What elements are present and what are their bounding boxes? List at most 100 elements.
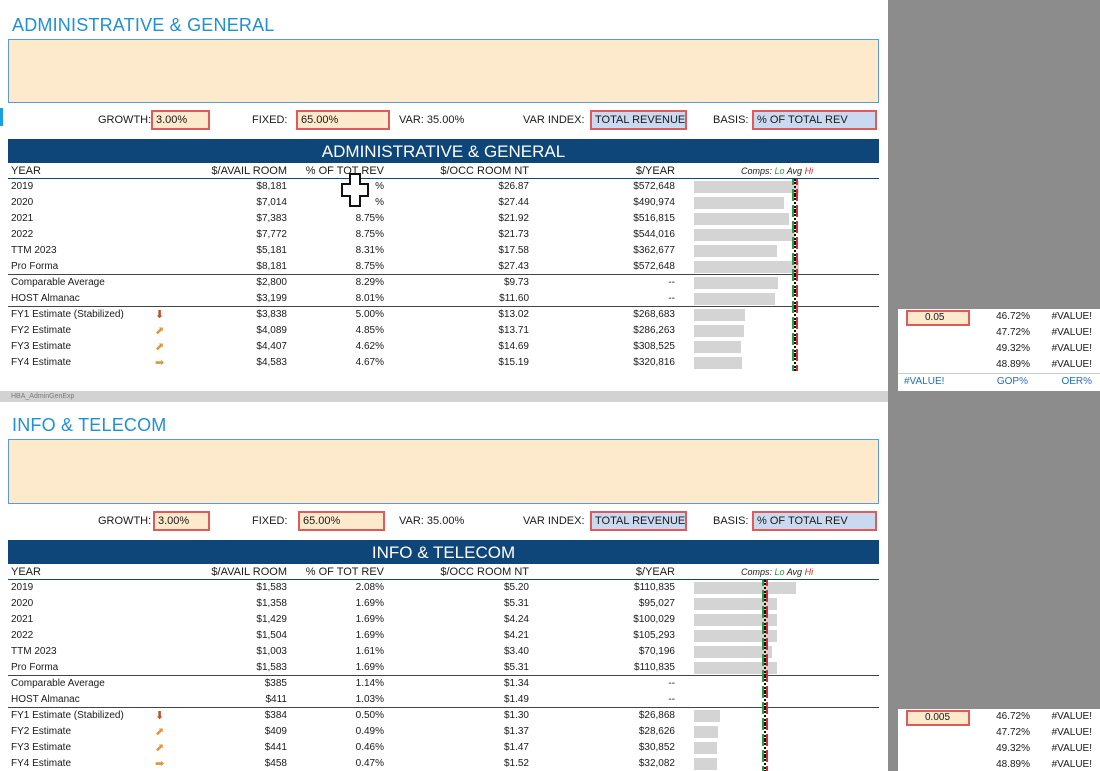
pct-rev-value[interactable]: 4.67% (356, 355, 384, 371)
per-year-value[interactable]: $490,974 (633, 195, 675, 211)
avail-room-value[interactable]: $1,358 (256, 596, 287, 612)
avail-room-value[interactable]: $4,089 (256, 323, 287, 339)
per-year-value[interactable]: $308,525 (633, 339, 675, 355)
occ-room-value[interactable]: $3.40 (504, 644, 529, 660)
per-year-value[interactable]: $362,677 (633, 243, 675, 259)
occ-room-value[interactable]: $1.37 (504, 724, 529, 740)
occ-room-value[interactable]: $13.02 (498, 307, 529, 323)
table-row[interactable]: Pro Forma $1,583 1.69% $5.31 $110,835 (8, 660, 879, 676)
per-year-value[interactable]: $100,029 (633, 612, 675, 628)
pct-rev-value[interactable]: 2.08% (356, 580, 384, 596)
avail-room-value[interactable]: $384 (265, 708, 287, 724)
occ-room-value[interactable]: $9.73 (504, 275, 529, 291)
per-year-value[interactable]: $544,016 (633, 227, 675, 243)
fixed-input[interactable]: 65.00% (296, 110, 390, 130)
avail-room-value[interactable]: $5,181 (256, 243, 287, 259)
avail-room-value[interactable]: $7,014 (256, 195, 287, 211)
side-input-cell[interactable]: 0.005 (906, 710, 970, 726)
avail-room-value[interactable]: $4,407 (256, 339, 287, 355)
sheet-tab-label[interactable]: HBA_AdminGenExp (0, 391, 888, 402)
occ-room-value[interactable]: $13.71 (498, 323, 529, 339)
table-row[interactable]: Comparable Average $2,800 8.29% $9.73 -- (8, 275, 879, 291)
per-year-value[interactable]: -- (668, 676, 675, 692)
pct-rev-value[interactable]: % (375, 195, 384, 211)
per-year-value[interactable]: $572,648 (633, 179, 675, 195)
per-year-value[interactable]: $320,816 (633, 355, 675, 371)
pct-rev-value[interactable]: 1.69% (356, 660, 384, 676)
pct-rev-value[interactable]: 8.75% (356, 211, 384, 227)
avail-room-value[interactable]: $1,003 (256, 644, 287, 660)
table-row[interactable]: TTM 2023 $1,003 1.61% $3.40 $70,196 (8, 644, 879, 660)
avail-room-value[interactable]: $411 (265, 692, 287, 708)
table-row[interactable]: TTM 2023 $5,181 8.31% $17.58 $362,677 (8, 243, 879, 259)
per-year-value[interactable]: $268,683 (633, 307, 675, 323)
occ-room-value[interactable]: $17.58 (498, 243, 529, 259)
occ-room-value[interactable]: $5.20 (504, 580, 529, 596)
occ-room-value[interactable]: $26.87 (498, 179, 529, 195)
pct-rev-value[interactable]: 1.03% (356, 692, 384, 708)
notes-area[interactable] (8, 439, 879, 504)
per-year-value[interactable]: -- (668, 692, 675, 708)
pct-rev-value[interactable]: 1.69% (356, 596, 384, 612)
pct-rev-value[interactable]: 5.00% (356, 307, 384, 323)
per-year-value[interactable]: $105,293 (633, 628, 675, 644)
occ-room-value[interactable]: $4.24 (504, 612, 529, 628)
avail-room-value[interactable]: $1,583 (256, 660, 287, 676)
occ-room-value[interactable]: $1.52 (504, 756, 529, 771)
fixed-input[interactable]: 65.00% (298, 511, 385, 531)
table-row[interactable]: FY3 Estimate ⬈ $441 0.46% $1.47 $30,852 (8, 740, 879, 756)
avail-room-value[interactable]: $7,772 (256, 227, 287, 243)
table-row[interactable]: HOST Almanac $411 1.03% $1.49 -- (8, 692, 879, 708)
table-row[interactable]: 2021 $1,429 1.69% $4.24 $100,029 (8, 612, 879, 628)
pct-rev-value[interactable]: 0.47% (356, 756, 384, 771)
pct-rev-value[interactable]: 0.49% (356, 724, 384, 740)
per-year-value[interactable]: $516,815 (633, 211, 675, 227)
table-row[interactable]: 2020 $7,014% $27.44 $490,974 (8, 195, 879, 211)
table-row[interactable]: FY4 Estimate ➡ $458 0.47% $1.52 $32,082 (8, 756, 879, 771)
occ-room-value[interactable]: $4.21 (504, 628, 529, 644)
per-year-value[interactable]: $110,835 (634, 580, 675, 596)
avail-room-value[interactable]: $409 (265, 724, 287, 740)
avail-room-value[interactable]: $385 (265, 676, 287, 692)
occ-room-value[interactable]: $1.34 (504, 676, 529, 692)
avail-room-value[interactable]: $1,429 (256, 612, 287, 628)
growth-input[interactable]: 3.00% (151, 110, 210, 130)
table-row[interactable]: FY2 Estimate ⬈ $4,089 4.85% $13.71 $286,263 (8, 323, 879, 339)
pct-rev-value[interactable]: 8.01% (356, 291, 384, 307)
avail-room-value[interactable]: $2,800 (256, 275, 287, 291)
pct-rev-value[interactable]: 0.46% (356, 740, 384, 756)
occ-room-value[interactable]: $21.92 (498, 211, 529, 227)
table-row[interactable]: FY4 Estimate ➡ $4,583 4.67% $15.19 $320,816 (8, 355, 879, 371)
occ-room-value[interactable]: $5.31 (504, 660, 529, 676)
per-year-value[interactable]: $26,868 (639, 708, 675, 724)
pct-rev-value[interactable]: 1.69% (356, 612, 384, 628)
avail-room-value[interactable]: $8,181 (256, 259, 287, 275)
avail-room-value[interactable]: $7,383 (256, 211, 287, 227)
per-year-value[interactable]: $28,626 (639, 724, 675, 740)
table-row[interactable]: 2022 $7,772 8.75% $21.73 $544,016 (8, 227, 879, 243)
occ-room-value[interactable]: $21.73 (498, 227, 529, 243)
pct-rev-value[interactable]: 8.75% (356, 259, 384, 275)
basis-select[interactable]: % OF TOTAL REV (752, 511, 877, 531)
table-row[interactable]: Pro Forma $8,181 8.75% $27.43 $572,648 (8, 259, 879, 275)
occ-room-value[interactable]: $1.30 (504, 708, 529, 724)
table-row[interactable]: FY3 Estimate ⬈ $4,407 4.62% $14.69 $308,525 (8, 339, 879, 355)
pct-rev-value[interactable]: 8.75% (356, 227, 384, 243)
var-index-select[interactable]: TOTAL REVENUE (590, 110, 687, 130)
notes-area[interactable] (8, 39, 879, 103)
pct-rev-value[interactable]: 1.69% (356, 628, 384, 644)
table-row[interactable]: FY2 Estimate ⬈ $409 0.49% $1.37 $28,626 (8, 724, 879, 740)
table-row[interactable]: 2019 $1,583 2.08% $5.20 $110,835 (8, 580, 879, 596)
per-year-value[interactable]: $30,852 (639, 740, 675, 756)
avail-room-value[interactable]: $1,504 (256, 628, 287, 644)
table-row[interactable]: Comparable Average $385 1.14% $1.34 -- (8, 676, 879, 692)
table-row[interactable]: FY1 Estimate (Stabilized) ⬇ $384 0.50% $1.30… (8, 708, 879, 724)
per-year-value[interactable]: $572,648 (633, 259, 675, 275)
pct-rev-value[interactable]: 4.62% (356, 339, 384, 355)
per-year-value[interactable]: $32,082 (639, 756, 675, 771)
pct-rev-value[interactable]: 4.85% (356, 323, 384, 339)
occ-room-value[interactable]: $11.60 (499, 291, 529, 307)
pct-rev-value[interactable]: 8.31% (356, 243, 384, 259)
occ-room-value[interactable]: $1.47 (504, 740, 529, 756)
side-input-cell[interactable]: 0.05 (906, 310, 970, 326)
